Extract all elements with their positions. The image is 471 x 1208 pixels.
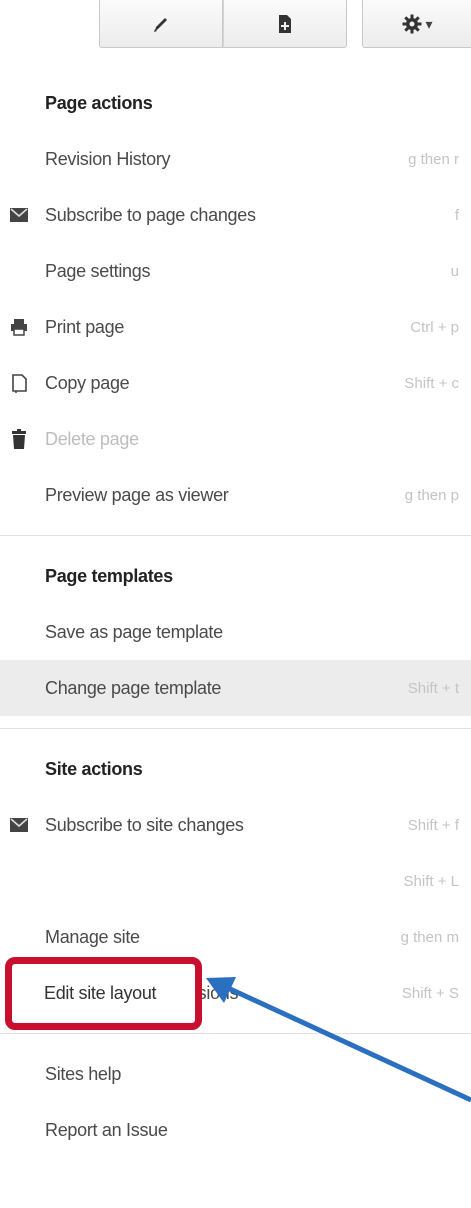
menu-item-delete-page: Delete page xyxy=(0,411,471,467)
menu-item-shortcut: Shift + t xyxy=(407,679,459,697)
menu-item-shortcut: Shift + S xyxy=(401,984,459,1002)
menu-item-subscribe-site[interactable]: Subscribe to site changes Shift + f xyxy=(0,797,471,853)
menu-item-shortcut: Ctrl + p xyxy=(410,318,459,336)
trash-icon xyxy=(10,429,28,449)
menu-item-label: Copy page xyxy=(45,372,130,393)
printer-icon xyxy=(10,318,28,336)
section-heading: Site actions xyxy=(45,758,143,779)
menu-item-label: Print page xyxy=(45,316,125,337)
menu-item-page-settings[interactable]: Page settings u xyxy=(0,243,471,299)
new-page-icon xyxy=(277,14,293,34)
menu-item-print-page[interactable]: Print page Ctrl + p xyxy=(0,299,471,355)
menu-item-label: Preview page as viewer xyxy=(45,484,229,505)
more-actions-button[interactable]: ▾ xyxy=(362,0,471,48)
menu-item-report-issue[interactable]: Report an Issue xyxy=(0,1102,471,1158)
envelope-icon xyxy=(10,816,28,834)
edit-page-button[interactable] xyxy=(99,0,223,48)
gear-icon xyxy=(401,13,423,35)
menu-item-preview-viewer[interactable]: Preview page as viewer g then p xyxy=(0,467,471,523)
page-actions-header: Page actions xyxy=(0,75,471,131)
menu-item-label: Page settings xyxy=(45,260,151,281)
menu-item-shortcut: Shift + L xyxy=(403,872,459,890)
menu-item-label: Save as page template xyxy=(45,621,223,642)
menu-item-shortcut: g then m xyxy=(400,928,459,946)
menu-item-sites-help[interactable]: Sites help xyxy=(0,1046,471,1102)
menu-item-shortcut: Shift + f xyxy=(407,816,459,834)
new-page-button[interactable] xyxy=(223,0,347,48)
section-heading: Page templates xyxy=(45,565,173,586)
site-actions-header: Site actions xyxy=(0,741,471,797)
menu-item-edit-layout-row[interactable]: Shift + L xyxy=(0,853,471,909)
menu-item-label: Revision History xyxy=(45,148,171,169)
menu-item-label: Subscribe to page changes xyxy=(45,204,256,225)
menu-item-shortcut: g then r xyxy=(408,150,459,168)
highlight-box[interactable]: Edit site layout xyxy=(5,957,202,1030)
menu-item-revision-history[interactable]: Revision History g then r xyxy=(0,131,471,187)
menu-item-edit-layout[interactable]: Edit site layout xyxy=(44,983,157,1004)
menu-item-label: Subscribe to site changes xyxy=(45,814,244,835)
menu-item-shortcut: Shift + c xyxy=(404,374,459,392)
menu-item-save-template[interactable]: Save as page template xyxy=(0,604,471,660)
menu-item-shortcut: f xyxy=(454,206,459,224)
pencil-icon xyxy=(151,14,171,34)
menu-item-label: Sites help xyxy=(45,1063,122,1084)
menu-item-label: Delete page xyxy=(45,428,139,449)
section-heading: Page actions xyxy=(45,92,153,113)
menu-item-label: Change page template xyxy=(45,677,222,698)
menu-item-shortcut: u xyxy=(450,262,459,280)
envelope-icon xyxy=(10,206,28,224)
chevron-down-icon: ▾ xyxy=(425,16,433,33)
copy-icon xyxy=(10,374,28,393)
menu-item-shortcut: g then p xyxy=(404,486,459,504)
menu-item-copy-page[interactable]: Copy page Shift + c xyxy=(0,355,471,411)
menu-item-change-template[interactable]: Change page template Shift + t xyxy=(0,660,471,716)
page-templates-header: Page templates xyxy=(0,548,471,604)
menu-item-subscribe-page[interactable]: Subscribe to page changes f xyxy=(0,187,471,243)
menu-item-label: Report an Issue xyxy=(45,1119,168,1140)
menu-item-label: Manage site xyxy=(45,926,140,947)
toolbar: ▾ xyxy=(0,0,471,52)
